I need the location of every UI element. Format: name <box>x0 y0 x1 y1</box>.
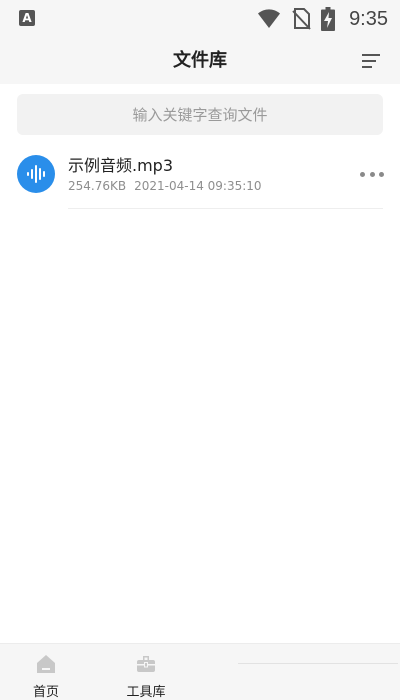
file-date: 2021-04-14 09:35:10 <box>134 179 262 193</box>
divider <box>68 208 383 209</box>
file-name: 示例音频.mp3 <box>68 156 174 175</box>
battery-charging-icon <box>321 7 336 31</box>
status-time: 9:35 <box>349 7 388 30</box>
sort-button[interactable] <box>360 50 382 72</box>
audio-wave-icon <box>27 165 45 183</box>
more-dot <box>379 171 384 177</box>
app-notification-icon: A <box>19 10 35 26</box>
search-area <box>0 84 400 142</box>
page-title: 文件库 <box>173 50 227 71</box>
nav-item-tools[interactable]: 工具库 <box>106 644 186 700</box>
nav-label-home: 首页 <box>32 685 59 700</box>
header: 文件库 <box>0 38 400 84</box>
file-list: 示例音频.mp3 254.76KB 2021-04-14 09:35:10 <box>0 142 400 209</box>
no-sim-icon <box>292 8 311 30</box>
search-input[interactable] <box>17 94 383 135</box>
toolbox-icon <box>137 656 155 672</box>
status-bar: A 9:35 <box>0 0 400 38</box>
file-size: 254.76KB <box>68 179 127 193</box>
more-dot <box>360 171 365 177</box>
home-icon <box>37 655 55 673</box>
status-icons: 9:35 <box>257 4 388 34</box>
file-list-item[interactable]: 示例音频.mp3 254.76KB 2021-04-14 09:35:10 <box>0 142 400 209</box>
sort-lines-icon <box>362 54 380 68</box>
file-meta: 254.76KB 2021-04-14 09:35:10 <box>68 179 262 193</box>
divider <box>238 663 398 664</box>
audio-file-icon <box>17 155 55 193</box>
more-options-button[interactable] <box>360 166 384 182</box>
bottom-nav: 首页 工具库 <box>0 643 400 700</box>
wifi-icon <box>258 9 281 28</box>
nav-item-home[interactable]: 首页 <box>6 644 86 700</box>
nav-label-tools: 工具库 <box>126 685 166 700</box>
more-dot <box>369 171 375 177</box>
